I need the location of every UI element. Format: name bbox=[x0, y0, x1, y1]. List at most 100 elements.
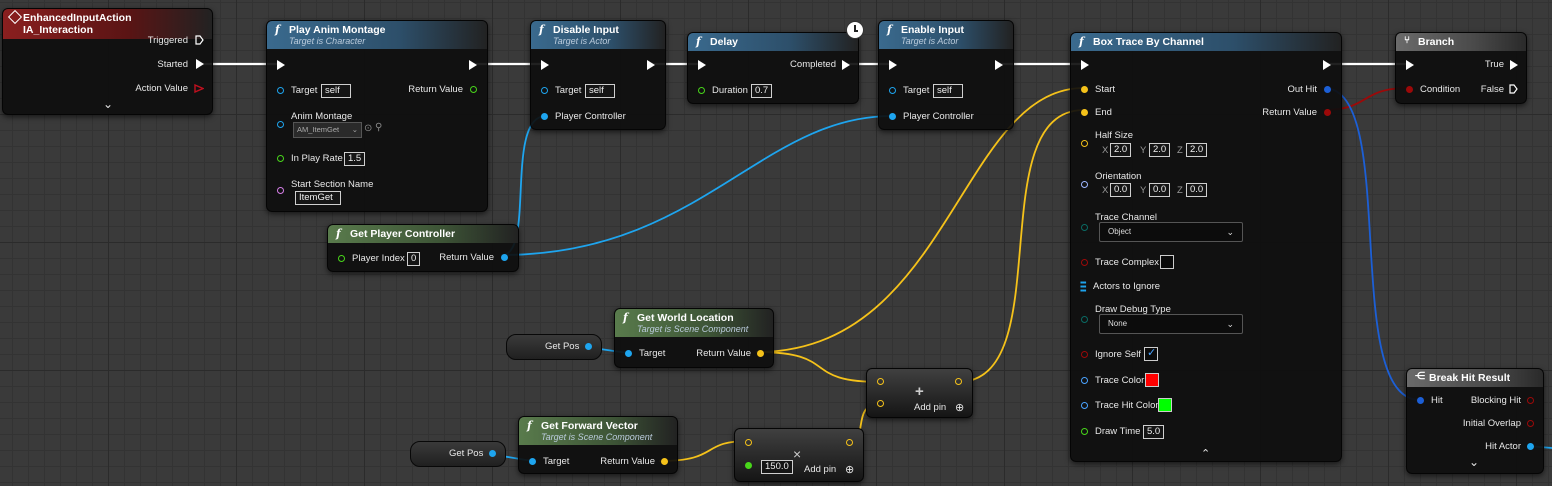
exec-in-pin[interactable] bbox=[541, 60, 549, 70]
get-pos-variable-2[interactable]: Get Pos bbox=[410, 441, 506, 467]
input-action-node[interactable]: EnhancedInputAction IA_Interaction Trigg… bbox=[2, 8, 213, 115]
target-value[interactable]: self bbox=[933, 84, 963, 98]
draw-debug-type-dropdown[interactable]: None ⌄ bbox=[1099, 314, 1243, 334]
orientation-x-value[interactable]: 0.0 bbox=[1110, 183, 1132, 197]
player-controller-pin[interactable] bbox=[541, 113, 548, 120]
target-pin[interactable] bbox=[277, 87, 284, 94]
target-pin[interactable] bbox=[529, 458, 536, 465]
target-value[interactable]: self bbox=[321, 84, 351, 98]
trace-channel-pin[interactable] bbox=[1081, 224, 1088, 231]
draw-debug-type-pin[interactable] bbox=[1081, 316, 1088, 323]
trace-hit-color-swatch[interactable] bbox=[1158, 398, 1172, 412]
orientation-y-value[interactable]: 0.0 bbox=[1149, 183, 1171, 197]
trace-complex-checkbox[interactable] bbox=[1160, 255, 1174, 269]
target-pin[interactable] bbox=[541, 87, 548, 94]
play-anim-montage-node[interactable]: f Play Anim Montage Target is Character … bbox=[266, 20, 488, 212]
draw-time-pin[interactable] bbox=[1081, 428, 1088, 435]
branch-node[interactable]: ⑂ Branch True Condition False bbox=[1395, 32, 1527, 104]
search-icon[interactable]: ⚲ bbox=[375, 122, 382, 133]
result-output-pin[interactable] bbox=[846, 439, 853, 446]
return-value-pin[interactable] bbox=[470, 86, 477, 93]
end-pin[interactable] bbox=[1081, 109, 1088, 116]
exec-in-pin[interactable] bbox=[889, 60, 897, 70]
b-input-pin[interactable] bbox=[877, 400, 884, 407]
start-section-pin[interactable] bbox=[277, 187, 284, 194]
exec-in-pin[interactable] bbox=[698, 60, 706, 70]
expand-chevron-icon[interactable]: ⌄ bbox=[1469, 455, 1479, 469]
completed-exec-pin[interactable] bbox=[842, 60, 850, 70]
add-pin-label[interactable]: Add pin bbox=[804, 464, 836, 475]
play-rate-pin[interactable] bbox=[277, 155, 284, 162]
anim-montage-pin[interactable] bbox=[277, 121, 284, 128]
return-value-pin[interactable] bbox=[661, 458, 668, 465]
get-pos-variable-1[interactable]: Get Pos bbox=[506, 334, 602, 360]
half-size-z-value[interactable]: 2.0 bbox=[1186, 143, 1208, 157]
trace-hit-color-pin[interactable] bbox=[1081, 402, 1088, 409]
target-pin[interactable] bbox=[625, 350, 632, 357]
play-rate-value[interactable]: 1.5 bbox=[344, 152, 366, 166]
triggered-exec-pin[interactable] bbox=[195, 35, 204, 45]
player-index-pin[interactable] bbox=[338, 255, 345, 262]
exec-out-pin[interactable] bbox=[995, 60, 1003, 70]
half-size-pin[interactable] bbox=[1081, 140, 1088, 147]
montage-dropdown[interactable]: AM_ItemGet ⌄ bbox=[293, 122, 362, 138]
duration-pin[interactable] bbox=[698, 87, 705, 94]
exec-in-pin[interactable] bbox=[277, 60, 285, 70]
a-input-pin[interactable] bbox=[745, 439, 752, 446]
out-hit-pin[interactable] bbox=[1324, 86, 1331, 93]
result-output-pin[interactable] bbox=[955, 378, 962, 385]
started-exec-pin[interactable] bbox=[196, 59, 204, 69]
draw-time-value[interactable]: 5.0 bbox=[1143, 425, 1165, 439]
exec-out-pin[interactable] bbox=[469, 60, 477, 70]
initial-overlap-pin[interactable] bbox=[1527, 420, 1534, 427]
exec-out-pin[interactable] bbox=[647, 60, 655, 70]
target-value[interactable]: self bbox=[585, 84, 615, 98]
trace-color-pin[interactable] bbox=[1081, 377, 1088, 384]
condition-pin[interactable] bbox=[1406, 86, 1413, 93]
player-controller-pin[interactable] bbox=[889, 113, 896, 120]
vector-add-node[interactable]: + Add pin ⊕ bbox=[866, 368, 973, 418]
box-trace-node[interactable]: f Box Trace By Channel Start Out Hit End… bbox=[1070, 32, 1342, 462]
false-exec-pin[interactable] bbox=[1509, 84, 1518, 94]
browse-icon[interactable]: ⊙ bbox=[364, 123, 372, 134]
enable-input-node[interactable]: f Enable Input Target is Actor Target se… bbox=[878, 20, 1014, 130]
player-index-value[interactable]: 0 bbox=[407, 252, 421, 266]
get-world-location-node[interactable]: f Get World Location Target is Scene Com… bbox=[614, 308, 774, 368]
vector-multiply-node[interactable]: 150.0 × Add pin ⊕ bbox=[734, 428, 864, 482]
get-player-controller-node[interactable]: f Get Player Controller Player Index 0 R… bbox=[327, 224, 519, 272]
orientation-pin[interactable] bbox=[1081, 181, 1088, 188]
collapse-chevron-icon[interactable]: ⌃ bbox=[1201, 447, 1210, 460]
duration-value[interactable]: 0.7 bbox=[751, 84, 773, 98]
hit-actor-pin[interactable] bbox=[1527, 443, 1534, 450]
blocking-hit-pin[interactable] bbox=[1527, 397, 1534, 404]
start-section-value[interactable]: ItemGet bbox=[295, 191, 341, 205]
action-value-pin[interactable] bbox=[194, 84, 204, 93]
add-pin-icon[interactable]: ⊕ bbox=[845, 463, 854, 476]
return-value-pin[interactable] bbox=[1324, 109, 1331, 116]
break-hit-result-node[interactable]: ⋲ Break Hit Result Hit Blocking Hit Init… bbox=[1406, 368, 1544, 474]
add-pin-label[interactable]: Add pin bbox=[914, 402, 946, 413]
start-pin[interactable] bbox=[1081, 86, 1088, 93]
add-pin-icon[interactable]: ⊕ bbox=[955, 401, 964, 414]
orientation-z-value[interactable]: 0.0 bbox=[1186, 183, 1208, 197]
half-size-x-value[interactable]: 2.0 bbox=[1110, 143, 1132, 157]
ignore-self-checkbox[interactable]: ✓ bbox=[1144, 347, 1158, 361]
disable-input-node[interactable]: f Disable Input Target is Actor Target s… bbox=[530, 20, 666, 130]
half-size-y-value[interactable]: 2.0 bbox=[1149, 143, 1171, 157]
exec-out-pin[interactable] bbox=[1323, 60, 1331, 70]
return-value-pin[interactable] bbox=[501, 254, 508, 261]
ignore-self-pin[interactable] bbox=[1081, 351, 1088, 358]
b-input-pin[interactable] bbox=[745, 462, 752, 469]
exec-in-pin[interactable] bbox=[1081, 60, 1089, 70]
get-pos-out-pin[interactable] bbox=[585, 343, 592, 350]
trace-color-swatch[interactable] bbox=[1145, 373, 1159, 387]
exec-in-pin[interactable] bbox=[1406, 60, 1414, 70]
multiplier-value[interactable]: 150.0 bbox=[761, 460, 793, 474]
actors-to-ignore-label[interactable]: Actors to Ignore bbox=[1093, 281, 1160, 292]
trace-channel-dropdown[interactable]: Object ⌄ bbox=[1099, 222, 1243, 242]
trace-complex-pin[interactable] bbox=[1081, 259, 1088, 266]
true-exec-pin[interactable] bbox=[1510, 60, 1518, 70]
hit-pin[interactable] bbox=[1417, 397, 1424, 404]
get-forward-vector-node[interactable]: f Get Forward Vector Target is Scene Com… bbox=[518, 416, 678, 474]
return-value-pin[interactable] bbox=[757, 350, 764, 357]
